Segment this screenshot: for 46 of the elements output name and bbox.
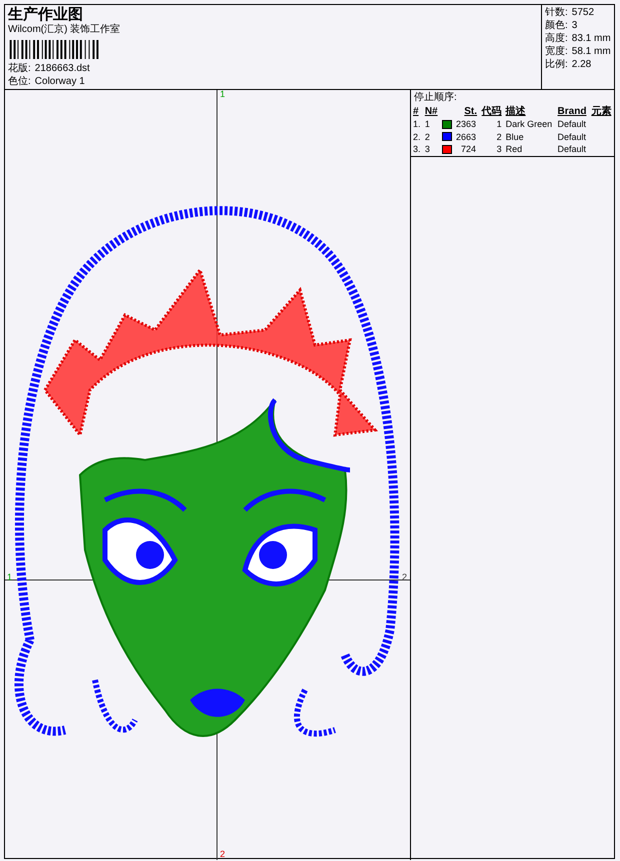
table-cell-text: 1. [412,118,422,130]
table-cell: 3. [411,143,423,156]
table-cell-text: 2 [496,130,503,143]
column-header: 代码 [480,105,503,118]
sheet-title: 生产作业图 [8,6,84,24]
stat-value: 3 [572,20,578,31]
stat-label: 针数: [545,7,568,18]
table-cell-text: 2 [424,130,431,143]
stat-value: 2.28 [572,59,592,70]
stat-value: 58.1 mm [572,46,611,57]
stat-value: 5752 [572,7,594,18]
table-cell-text: 2363 [455,118,476,130]
axis-label: 1 [7,573,12,582]
column-header: 元素 [590,105,612,118]
table-cell-text: Default [556,130,588,143]
column-header: 描述 [504,105,527,118]
stat-label: 高度: [545,33,568,44]
table-cell: 3 [422,143,440,156]
stat-label: 宽度: [545,46,568,57]
table-cell: Default [556,143,590,156]
colorway-name: Colorway 1 [34,76,85,86]
table-cell: 3 [479,143,504,156]
column-header: St. [463,105,478,118]
table-cell-text: 2663 [455,130,476,143]
axis-label: 2 [220,850,226,859]
column-header: # [412,105,420,118]
colorway-label: 色位: [8,76,31,86]
table-cell: Red [504,143,556,156]
stop-sequence-title: 停止顺序: [413,90,458,105]
axis-label: 1 [220,90,226,99]
design-file-name: 2186663.dst [34,63,90,74]
column-header: N# [424,105,439,118]
table-cell-text: Default [556,118,588,130]
design-label: 花版: [8,63,31,74]
table-cell-text: Blue [504,130,525,143]
table-cell-text: Dark Green [504,118,554,130]
table-cell-text: 2. [412,130,422,143]
company-name: Wilcom(汇京) 装饰工作室 [8,24,122,36]
table-cell-text: 724 [460,143,476,156]
stat-value: 83.1 mm [572,33,611,44]
column-header: Brand [556,105,588,118]
stat-label: 颜色: [545,20,568,31]
stat-label: 比例: [545,59,568,70]
table-cell-text: 1 [424,118,431,130]
table-cell-text: 1 [496,118,503,130]
axis-label: 2 [402,573,407,582]
